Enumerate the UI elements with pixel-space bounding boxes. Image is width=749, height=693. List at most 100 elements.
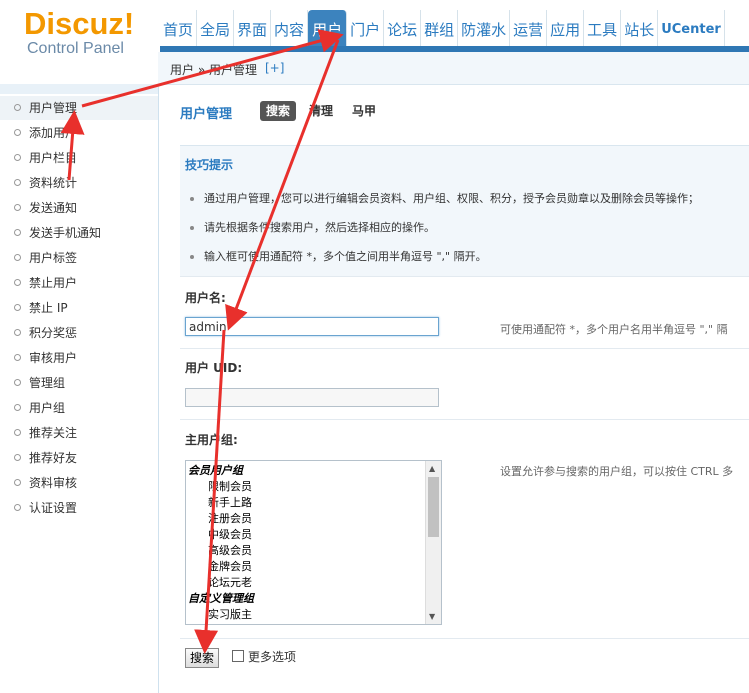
sidebar-item-user-manage[interactable]: 用户管理 bbox=[0, 96, 158, 120]
group-option[interactable]: 限制会员 bbox=[208, 479, 252, 495]
sidebar-item-label: 认证设置 bbox=[29, 501, 78, 515]
scroll-up-icon[interactable]: ▲ bbox=[429, 464, 435, 473]
breadcrumb-add-link[interactable]: [+] bbox=[265, 61, 284, 75]
group-option[interactable]: 注册会员 bbox=[208, 511, 252, 527]
group-option[interactable]: 新手上路 bbox=[208, 495, 252, 511]
username-input[interactable]: admin bbox=[185, 317, 439, 336]
bullet-icon bbox=[14, 454, 21, 461]
bullet-icon bbox=[14, 204, 21, 211]
bullet-icon bbox=[14, 179, 21, 186]
uid-input[interactable] bbox=[185, 388, 439, 407]
divider bbox=[180, 638, 749, 639]
more-options-label[interactable]: 更多选项 bbox=[248, 648, 296, 665]
tab-clean[interactable]: 清理 bbox=[303, 101, 339, 121]
sidebar-item-label: 审核用户 bbox=[29, 351, 78, 365]
sidebar-item-label: 发送通知 bbox=[29, 201, 78, 215]
breadcrumb-text: 用户 » 用户管理 bbox=[170, 63, 257, 77]
bullet-icon bbox=[14, 129, 21, 136]
sidebar-item-ban-ip[interactable]: 禁止 IP bbox=[0, 296, 158, 320]
nav-content[interactable]: 内容 bbox=[271, 10, 309, 46]
header: Discuz! Control Panel 首页 全局 界面 内容 用户 门户 … bbox=[0, 0, 749, 57]
nav-global[interactable]: 全局 bbox=[197, 10, 235, 46]
tip-text: 通过用户管理，您可以进行编辑会员资料、用户组、权限、积分，授予会员勋章以及删除会… bbox=[204, 192, 699, 205]
sidebar-item-credit-reward[interactable]: 积分奖惩 bbox=[0, 321, 158, 345]
bullet-icon bbox=[14, 404, 21, 411]
username-hint: 可使用通配符 *，多个用户名用半角逗号 "," 隔 bbox=[500, 323, 728, 336]
bullet-icon bbox=[14, 429, 21, 436]
bullet-icon bbox=[14, 329, 21, 336]
bullet-icon bbox=[14, 304, 21, 311]
sidebar-item-review-user[interactable]: 审核用户 bbox=[0, 346, 158, 370]
divider bbox=[180, 419, 749, 420]
page-title: 用户管理 bbox=[180, 107, 233, 122]
sidebar-item-recommend-follow[interactable]: 推荐关注 bbox=[0, 421, 158, 445]
bullet-icon bbox=[14, 254, 21, 261]
sidebar-item-user-columns[interactable]: 用户栏目 bbox=[0, 146, 158, 170]
bullet-icon bbox=[14, 104, 21, 111]
tip-text: 请先根据条件搜索用户，然后选择相应的操作。 bbox=[204, 221, 435, 234]
sidebar-item-add-user[interactable]: 添加用户 bbox=[0, 121, 158, 145]
bullet-icon bbox=[14, 229, 21, 236]
nav-apps[interactable]: 应用 bbox=[547, 10, 585, 46]
tab-alias[interactable]: 马甲 bbox=[346, 101, 382, 121]
divider bbox=[180, 348, 749, 349]
sidebar-item-label: 添加用户 bbox=[29, 126, 78, 140]
sidebar-item-admin-group[interactable]: 管理组 bbox=[0, 371, 158, 395]
bullet-icon bbox=[14, 504, 21, 511]
nav-portal[interactable]: 门户 bbox=[347, 10, 385, 46]
divider bbox=[180, 276, 749, 277]
bullet-icon bbox=[14, 354, 21, 361]
group-option[interactable]: 论坛元老 bbox=[208, 575, 252, 591]
sidebar-item-send-notice[interactable]: 发送通知 bbox=[0, 196, 158, 220]
group-option[interactable]: 金牌会员 bbox=[208, 559, 252, 575]
tip-text: 输入框可使用通配符 *，多个值之间用半角逗号 "," 隔开。 bbox=[204, 250, 487, 263]
bullet-icon bbox=[190, 226, 194, 230]
tip-item: 通过用户管理，您可以进行编辑会员资料、用户组、权限、积分，授予会员勋章以及删除会… bbox=[190, 190, 699, 206]
nav-ucenter[interactable]: UCenter bbox=[658, 10, 725, 46]
nav-tools[interactable]: 工具 bbox=[584, 10, 622, 46]
sidebar-item-ban-user[interactable]: 禁止用户 bbox=[0, 271, 158, 295]
nav-interface[interactable]: 界面 bbox=[234, 10, 272, 46]
logo-sub-text: Control Panel bbox=[27, 40, 124, 57]
group-option[interactable]: 实习版主 bbox=[208, 607, 252, 623]
tab-search[interactable]: 搜索 bbox=[260, 101, 297, 121]
sidebar-item-label: 用户标签 bbox=[29, 251, 78, 265]
more-options-checkbox[interactable] bbox=[232, 650, 244, 662]
nav-group[interactable]: 群组 bbox=[421, 10, 459, 46]
group-option[interactable]: 高级会员 bbox=[208, 543, 252, 559]
sidebar-item-label: 推荐关注 bbox=[29, 426, 78, 440]
sidebar-item-recommend-friend[interactable]: 推荐好友 bbox=[0, 446, 158, 470]
listbox-scrollbar[interactable]: ▲ ▼ bbox=[425, 461, 441, 624]
sidebar-item-label: 管理组 bbox=[29, 376, 66, 390]
nav-antispam[interactable]: 防灌水 bbox=[458, 10, 511, 46]
top-nav: 首页 全局 界面 内容 用户 门户 论坛 群组 防灌水 运营 应用 工具 站长 … bbox=[160, 10, 725, 46]
sidebar-item-verify-settings[interactable]: 认证设置 bbox=[0, 496, 158, 520]
group-option[interactable]: 自定义管理组 bbox=[188, 591, 254, 607]
tip-item: 请先根据条件搜索用户，然后选择相应的操作。 bbox=[190, 219, 435, 235]
scroll-thumb[interactable] bbox=[428, 477, 439, 537]
sidebar-item-label: 资料审核 bbox=[29, 476, 78, 490]
sidebar-item-label: 积分奖惩 bbox=[29, 326, 78, 340]
sidebar-item-profile-review[interactable]: 资料审核 bbox=[0, 471, 158, 495]
search-button[interactable]: 搜索 bbox=[185, 648, 220, 668]
sidebar-item-send-sms[interactable]: 发送手机通知 bbox=[0, 221, 158, 245]
nav-admin[interactable]: 站长 bbox=[621, 10, 659, 46]
sidebar-item-label: 用户组 bbox=[29, 401, 66, 415]
discuz-logo[interactable]: Discuz! Control Panel bbox=[24, 8, 134, 58]
nav-forum[interactable]: 论坛 bbox=[384, 10, 422, 46]
bullet-icon bbox=[14, 479, 21, 486]
sidebar-top-strip bbox=[0, 84, 158, 94]
username-label: 用户名: bbox=[185, 291, 226, 305]
sidebar-item-profile-stats[interactable]: 资料统计 bbox=[0, 171, 158, 195]
nav-operation[interactable]: 运营 bbox=[510, 10, 548, 46]
scroll-down-icon[interactable]: ▼ bbox=[429, 612, 435, 621]
nav-home[interactable]: 首页 bbox=[160, 10, 198, 46]
group-option[interactable]: 会员用户组 bbox=[188, 463, 243, 479]
sidebar-item-user-tags[interactable]: 用户标签 bbox=[0, 246, 158, 270]
user-group-select[interactable]: 会员用户组 限制会员 新手上路 注册会员 中级会员 高级会员 金牌会员 论坛元老… bbox=[185, 460, 442, 625]
logo-main-text: Discuz bbox=[24, 6, 124, 41]
group-option[interactable]: 中级会员 bbox=[208, 527, 252, 543]
sidebar-item-user-group[interactable]: 用户组 bbox=[0, 396, 158, 420]
uid-label: 用户 UID: bbox=[185, 361, 243, 375]
nav-user[interactable]: 用户 bbox=[308, 10, 348, 46]
